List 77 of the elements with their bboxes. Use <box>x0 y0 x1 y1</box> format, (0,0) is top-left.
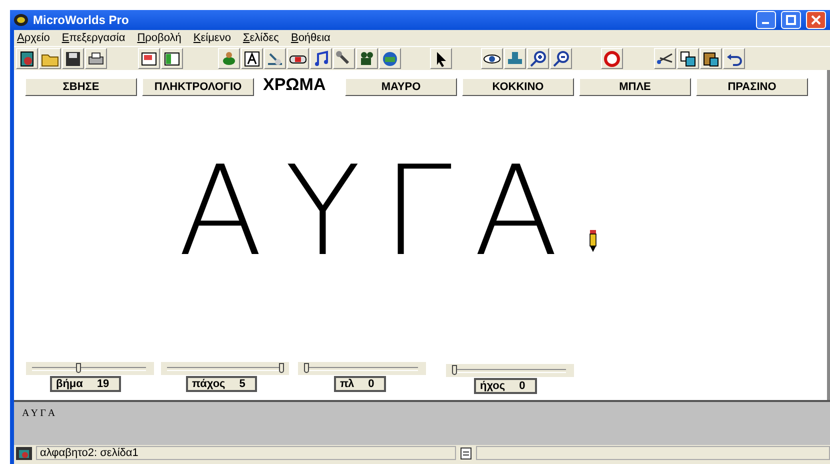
page-button[interactable]: ΣΒΗΣΕ <box>25 78 137 96</box>
maximize-button[interactable] <box>781 11 801 29</box>
toolbar-button[interactable] <box>241 48 263 69</box>
printer-icon <box>87 50 105 68</box>
page-button[interactable]: ΠΡΑΣΙΝΟ <box>696 78 808 96</box>
music-note-icon <box>312 50 330 68</box>
toolbar-button[interactable] <box>310 48 332 69</box>
slider-name: βήμα <box>56 378 83 390</box>
slider-thumb[interactable] <box>452 365 457 375</box>
command-center[interactable]: Α Υ Γ Α <box>14 400 830 445</box>
film-camera-icon <box>358 50 376 68</box>
toolbar-button[interactable] <box>677 48 699 69</box>
close-icon <box>811 15 821 25</box>
toolbar-button[interactable] <box>16 48 38 69</box>
toolbar-button[interactable] <box>430 48 452 69</box>
slider-value: 5 <box>239 378 246 390</box>
color-label: ΧΡΩΜΑ <box>263 75 326 95</box>
pencil-icon <box>589 230 597 252</box>
globe-icon <box>381 50 399 68</box>
page-button[interactable]: ΠΛΗΚΤΡΟΛΟΓΙΟ <box>142 78 254 96</box>
page-icon <box>18 50 36 68</box>
zoom-out-icon <box>552 50 570 68</box>
toolbar-button[interactable] <box>85 48 107 69</box>
slider-value: 0 <box>368 378 374 390</box>
menu-item[interactable]: Προβολή <box>137 32 182 44</box>
toolbar-button[interactable] <box>39 48 61 69</box>
toolbar-button[interactable] <box>481 48 503 69</box>
slider-thumb[interactable] <box>76 363 81 373</box>
paste-icon <box>702 50 720 68</box>
toolbar-button[interactable] <box>161 48 183 69</box>
slider-value: 19 <box>96 378 110 390</box>
slider-name: πλ <box>340 378 354 390</box>
menu-item[interactable]: Επεξεργασία <box>62 32 126 44</box>
copy-icon <box>679 50 697 68</box>
toolbar-button[interactable] <box>62 48 84 69</box>
toolbar-button[interactable] <box>356 48 378 69</box>
maximize-icon <box>786 15 796 25</box>
minimize-button[interactable] <box>756 11 776 29</box>
slider[interactable] <box>298 362 426 375</box>
toolbar-button[interactable] <box>287 48 309 69</box>
slider-thumb[interactable] <box>304 363 309 373</box>
page-name: αλφαβητο2: σελίδα1 <box>40 447 138 459</box>
slider-name: πάχος <box>192 378 226 390</box>
window-title: MicroWorlds Pro <box>33 13 130 27</box>
page-button[interactable]: ΜΑΥΡΟ <box>345 78 457 96</box>
toolbar-button[interactable] <box>723 48 745 69</box>
command-text: Α Υ Γ Α <box>22 408 56 419</box>
menu-item[interactable]: Αρχείο <box>17 32 50 44</box>
slider[interactable] <box>446 364 574 377</box>
app-logo-icon <box>14 14 28 26</box>
toolbar-button[interactable] <box>379 48 401 69</box>
slider[interactable] <box>26 362 154 375</box>
toolbar-button[interactable] <box>654 48 676 69</box>
text-box-icon <box>243 50 261 68</box>
close-button[interactable] <box>806 11 826 29</box>
toolbar-button[interactable] <box>700 48 722 69</box>
page-view-icon <box>140 50 158 68</box>
toolbar-button[interactable] <box>264 48 286 69</box>
slider-thumb[interactable] <box>279 363 284 373</box>
menu-item[interactable]: Σελίδες <box>242 32 279 44</box>
menu-item[interactable]: Βοήθεια <box>290 32 330 44</box>
toolbar-button[interactable] <box>333 48 355 69</box>
toolbar-button[interactable] <box>527 48 549 69</box>
menu-item[interactable]: Κείμενο <box>193 32 231 44</box>
slider[interactable] <box>161 362 289 375</box>
slider-name: ήχος <box>480 380 506 392</box>
split-view-icon <box>163 50 181 68</box>
toolbar-button[interactable] <box>138 48 160 69</box>
zoom-in-icon <box>529 50 547 68</box>
page-button[interactable]: ΚΟΚΚΙΝΟ <box>462 78 574 96</box>
slider-value: 0 <box>519 380 526 392</box>
page-icon <box>16 446 32 460</box>
turtle-drawing-text: ΑΥΓΑ <box>178 150 580 274</box>
note-icon <box>460 446 472 460</box>
page-button[interactable]: ΜΠΛΕ <box>579 78 691 96</box>
toolbar-button[interactable] <box>550 48 572 69</box>
save-icon <box>64 50 82 68</box>
